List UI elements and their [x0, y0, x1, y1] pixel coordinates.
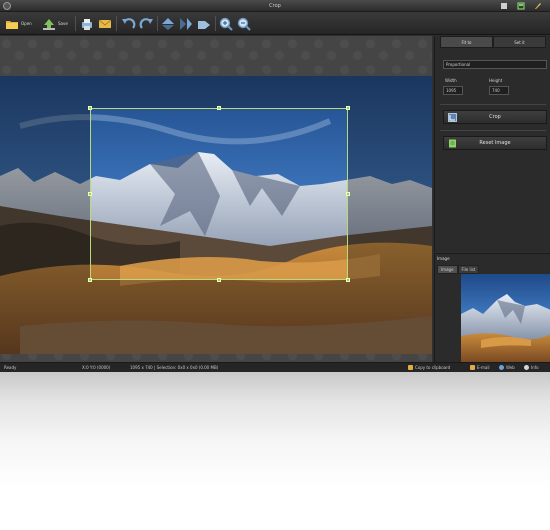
crop-button[interactable]: Crop	[443, 110, 547, 124]
info-icon	[524, 365, 529, 370]
send-button[interactable]	[197, 15, 212, 32]
tab-fit-to[interactable]: Fit to	[440, 36, 493, 48]
zoom-in-icon	[219, 17, 233, 31]
crop-icon	[448, 113, 457, 122]
crop-mask-bottom	[0, 280, 432, 354]
toolbar: Open Save	[0, 12, 550, 35]
status-bar: Ready X:0 Y:0 (0000) 1095 x 740 | Select…	[0, 362, 550, 372]
toolbar-divider	[157, 16, 158, 31]
crop-handle-top[interactable]	[217, 106, 221, 110]
panel-divider	[440, 104, 546, 105]
rotate-left-icon	[122, 17, 136, 29]
reset-icon	[449, 139, 456, 148]
print-icon	[82, 18, 92, 30]
tab-set-it[interactable]: Set it	[493, 36, 546, 48]
crop-button-label: Crop	[489, 114, 501, 120]
open-button[interactable]: Open	[5, 15, 32, 32]
crop-mask-right	[348, 108, 432, 280]
copy-clipboard-button[interactable]: Copy to clipboard	[408, 365, 450, 370]
maximize-icon[interactable]	[517, 2, 525, 10]
crop-handle-bottom-left[interactable]	[88, 278, 92, 282]
width-label: Width	[445, 78, 457, 83]
rotate-left-button[interactable]	[121, 15, 136, 32]
rotate-right-icon	[139, 17, 153, 29]
crop-selection[interactable]	[88, 106, 350, 282]
email-button[interactable]	[98, 15, 112, 32]
image-canvas[interactable]	[0, 36, 432, 362]
save-button[interactable]: Save	[42, 15, 68, 32]
flip-horizontal-icon	[180, 17, 192, 30]
toolbar-divider	[116, 16, 117, 31]
image-panel-tabs: Image File list	[437, 265, 480, 274]
flip-vertical-icon	[162, 17, 174, 30]
tab-file-list[interactable]: File list	[457, 265, 480, 274]
image-preview-panel: Image Image File list	[434, 253, 550, 363]
crop-settings-panel: Fit to Set it Proportional Width Height …	[434, 36, 550, 252]
window-reflection	[0, 372, 550, 530]
crop-handle-bottom-right[interactable]	[346, 278, 350, 282]
crop-handle-top-left[interactable]	[88, 106, 92, 110]
panel-divider	[440, 130, 546, 131]
panel-tabs: Fit to Set it	[440, 36, 546, 48]
reset-image-label: Reset Image	[479, 140, 511, 146]
image-panel-header: Image	[437, 256, 450, 261]
email-status-button[interactable]: E-mail	[470, 365, 490, 370]
minimize-icon[interactable]	[500, 2, 508, 10]
clipboard-icon	[408, 365, 413, 370]
close-icon[interactable]	[534, 2, 542, 10]
info-label: Info	[531, 365, 539, 370]
zoom-in-button[interactable]	[219, 15, 233, 32]
crop-mask-top	[0, 76, 432, 108]
crop-handle-left[interactable]	[88, 192, 92, 196]
send-icon	[198, 20, 210, 29]
mail-icon	[470, 365, 475, 370]
crop-mask-left	[0, 108, 90, 280]
flip-horizontal-button[interactable]	[179, 15, 193, 32]
zoom-out-button[interactable]	[237, 15, 251, 32]
save-label: Save	[58, 21, 68, 26]
app-window: Crop Open Save Fit to Set it Proportiona…	[0, 0, 550, 372]
zoom-out-icon	[237, 17, 251, 31]
open-label: Open	[21, 21, 32, 26]
save-icon	[43, 18, 55, 30]
web-button[interactable]: Web	[499, 365, 515, 370]
crop-handle-bottom[interactable]	[217, 278, 221, 282]
info-button[interactable]: Info	[524, 365, 539, 370]
image-thumbnail[interactable]	[461, 274, 550, 362]
height-field[interactable]: 740	[489, 86, 509, 95]
flip-vertical-button[interactable]	[161, 15, 175, 32]
envelope-icon	[98, 19, 112, 28]
crop-handle-top-right[interactable]	[346, 106, 350, 110]
status-ready: Ready	[4, 365, 17, 370]
width-field[interactable]: 1095	[443, 86, 463, 95]
height-label: Height	[489, 78, 503, 83]
rotate-right-button[interactable]	[139, 15, 154, 32]
toolbar-divider	[75, 16, 76, 31]
folder-icon	[6, 20, 18, 29]
web-label: Web	[506, 365, 515, 370]
crop-handle-right[interactable]	[346, 192, 350, 196]
tab-image[interactable]: Image	[437, 265, 458, 274]
status-coordinates: X:0 Y:0 (0000)	[82, 365, 111, 370]
status-image-info: 1095 x 740 | Selection: 0x0 x 0x0 (0.00 …	[130, 365, 219, 370]
print-button[interactable]	[80, 15, 94, 32]
aspect-select[interactable]: Proportional	[443, 60, 547, 69]
copy-clipboard-label: Copy to clipboard	[415, 365, 451, 370]
toolbar-divider	[215, 16, 216, 31]
email-status-label: E-mail	[477, 365, 490, 370]
reset-image-button[interactable]: Reset Image	[443, 136, 547, 150]
title-bar: Crop	[0, 0, 550, 12]
globe-icon	[499, 365, 504, 370]
window-title: Crop	[269, 3, 281, 9]
